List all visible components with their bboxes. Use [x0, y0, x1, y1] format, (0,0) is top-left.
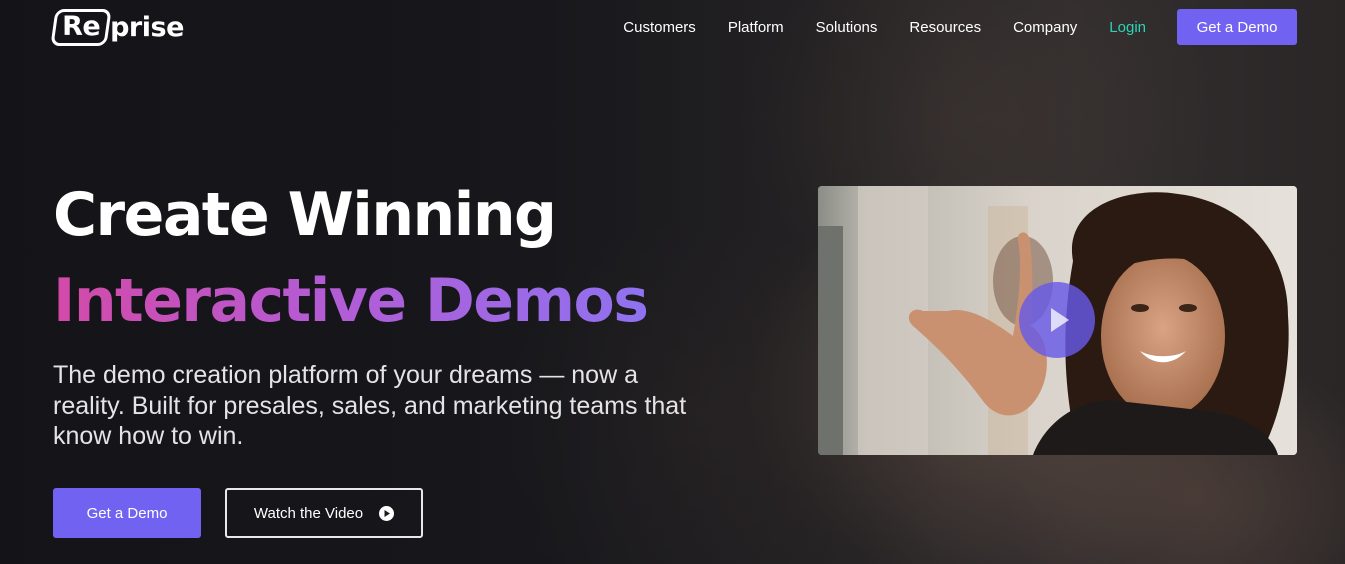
hero-title-line2: Interactive Demos: [53, 258, 649, 344]
site-header: Re prise Customers Platform Solutions Res…: [0, 0, 1345, 54]
header-get-demo-button[interactable]: Get a Demo: [1177, 9, 1297, 45]
video-thumbnail[interactable]: [818, 186, 1297, 455]
nav-item-platform[interactable]: Platform: [728, 19, 784, 36]
watch-video-label: Watch the Video: [253, 504, 364, 522]
get-demo-button[interactable]: Get a Demo: [53, 488, 201, 538]
nav-item-company[interactable]: Company: [1013, 19, 1077, 36]
play-circle-icon: [379, 505, 395, 521]
reprise-logo[interactable]: Re prise: [50, 8, 184, 46]
logo-box: Re: [50, 8, 112, 46]
video-play-button[interactable]: [1019, 282, 1095, 358]
hero-title: Create Winning Interactive Demos: [53, 172, 649, 344]
nav-item-solutions[interactable]: Solutions: [816, 19, 878, 36]
nav-login-link[interactable]: Login: [1109, 19, 1146, 36]
nav-item-customers[interactable]: Customers: [623, 19, 696, 36]
play-icon: [1051, 308, 1069, 332]
nav-item-resources[interactable]: Resources: [909, 19, 981, 36]
logo-boxed-text: Re: [62, 10, 101, 42]
logo-text: prise: [110, 11, 184, 43]
hero-title-line1: Create Winning: [53, 180, 557, 250]
watch-video-button[interactable]: Watch the Video: [225, 488, 423, 538]
main-nav: Customers Platform Solutions Resources C…: [591, 9, 1297, 45]
hero-subtitle: The demo creation platform of your dream…: [53, 361, 687, 450]
